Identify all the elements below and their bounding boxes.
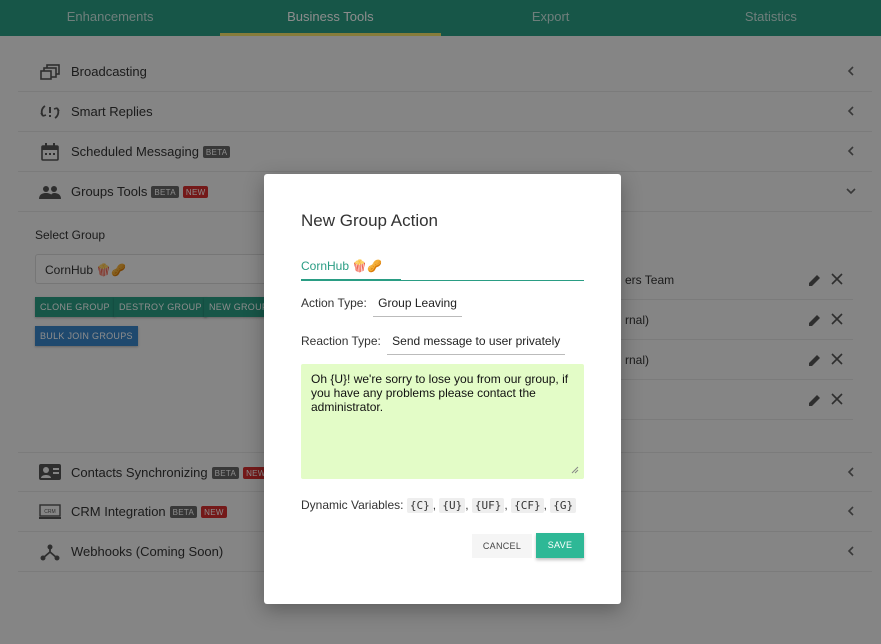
variable-chip: {U} bbox=[439, 498, 466, 513]
new-group-action-dialog: New Group Action CornHub 🍿🥜 Action Type:… bbox=[264, 174, 621, 604]
dynamic-variables-label: Dynamic Variables: bbox=[301, 498, 404, 512]
dynamic-variables: Dynamic Variables: {C}, {U}, {UF}, {CF},… bbox=[301, 498, 577, 513]
resize-handle-icon[interactable] bbox=[571, 466, 579, 474]
action-type-select[interactable]: Group Leaving bbox=[373, 296, 462, 317]
save-button[interactable]: SAVE bbox=[536, 533, 584, 558]
variable-chip: {C} bbox=[406, 498, 433, 513]
tab-group[interactable]: CornHub 🍿🥜 bbox=[301, 259, 401, 281]
reaction-type-field: Reaction Type: Send message to user priv… bbox=[301, 334, 566, 355]
reaction-type-label: Reaction Type: bbox=[301, 334, 381, 348]
cancel-button[interactable]: CANCEL bbox=[472, 534, 532, 558]
reaction-type-select[interactable]: Send message to user privately bbox=[387, 334, 566, 355]
dialog-tab-bar: CornHub 🍿🥜 bbox=[301, 257, 584, 281]
variable-chip: {G} bbox=[550, 498, 577, 513]
message-textarea[interactable]: Oh {U}! we're sorry to lose you from our… bbox=[301, 364, 584, 479]
dialog-title: New Group Action bbox=[301, 211, 439, 230]
variable-chip: {CF} bbox=[511, 498, 544, 513]
action-type-field: Action Type: Group Leaving bbox=[301, 296, 462, 317]
action-type-label: Action Type: bbox=[301, 296, 367, 310]
variable-chip: {UF} bbox=[471, 498, 505, 513]
message-text: Oh {U}! we're sorry to lose you from our… bbox=[311, 372, 569, 414]
